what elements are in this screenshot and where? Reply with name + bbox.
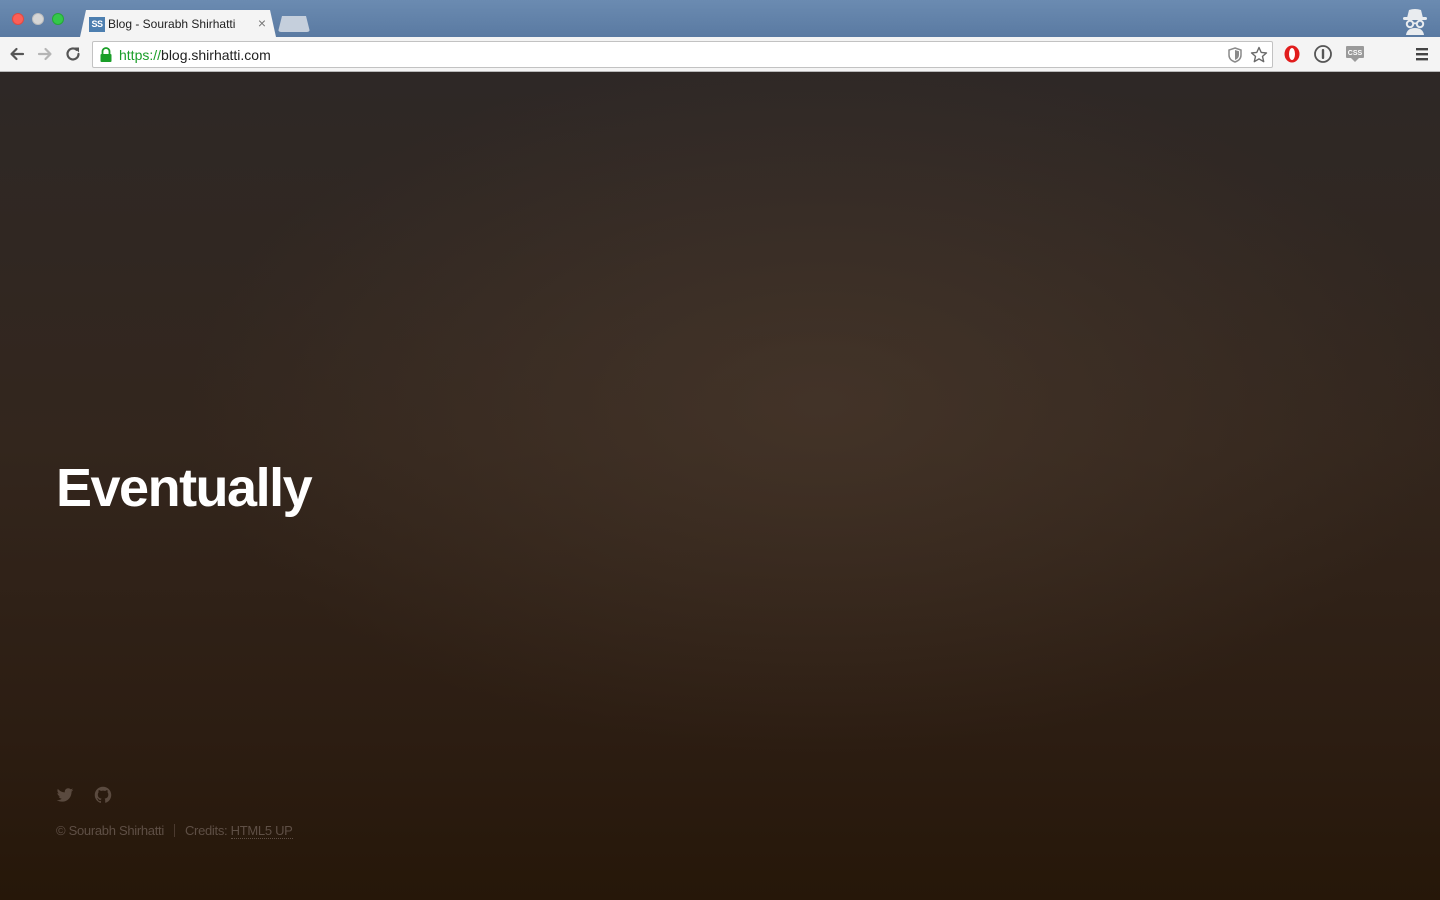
css-extension-icon[interactable]: CSS <box>1345 44 1365 64</box>
forward-arrow-icon[interactable] <box>35 44 55 64</box>
url-text[interactable]: https://blog.shirhatti.com <box>119 47 271 63</box>
credits-link[interactable]: HTML5 UP <box>230 823 293 839</box>
new-tab-button[interactable] <box>278 16 310 32</box>
window-maximize-button[interactable] <box>52 13 64 25</box>
shield-icon[interactable] <box>1226 46 1244 64</box>
bookmark-star-icon[interactable] <box>1250 46 1268 64</box>
browser-toolbar: https://blog.shirhatti.com CSS <box>0 37 1440 72</box>
opera-extension-icon[interactable] <box>1282 44 1302 64</box>
footer-divider <box>173 824 175 837</box>
browser-tab-active[interactable]: SS Blog - Sourabh Shirhatti × <box>80 10 276 37</box>
url-scheme: https:// <box>119 47 162 63</box>
url-host: blog.shirhatti.com <box>161 47 271 63</box>
reload-icon[interactable] <box>63 44 83 64</box>
credits-label: Credits: <box>184 823 231 838</box>
chrome-menu-icon[interactable] <box>1412 44 1432 64</box>
incognito-icon <box>1403 9 1427 35</box>
svg-text:CSS: CSS <box>1348 50 1363 57</box>
window-close-button[interactable] <box>12 13 24 25</box>
address-bar[interactable]: https://blog.shirhatti.com <box>92 41 1273 68</box>
copyright-text: © Sourabh Shirhatti <box>56 823 164 838</box>
window-minimize-button[interactable] <box>32 13 44 25</box>
onepassword-extension-icon[interactable] <box>1313 44 1333 64</box>
site-footer: © Sourabh Shirhatti Credits: HTML5 UP <box>56 823 293 839</box>
lock-icon <box>100 47 112 62</box>
favicon-icon: SS <box>89 17 105 32</box>
page-content: Eventually © Sourabh Shirhatti Credits: H… <box>0 72 1440 900</box>
tab-title: Blog - Sourabh Shirhatti <box>108 17 236 31</box>
page-headline: Eventually <box>56 458 313 518</box>
github-icon[interactable] <box>94 786 112 804</box>
back-arrow-icon[interactable] <box>7 44 27 64</box>
tab-close-icon[interactable]: × <box>258 15 266 31</box>
browser-titlebar: SS Blog - Sourabh Shirhatti × <box>0 0 1440 37</box>
twitter-icon[interactable] <box>56 786 74 804</box>
